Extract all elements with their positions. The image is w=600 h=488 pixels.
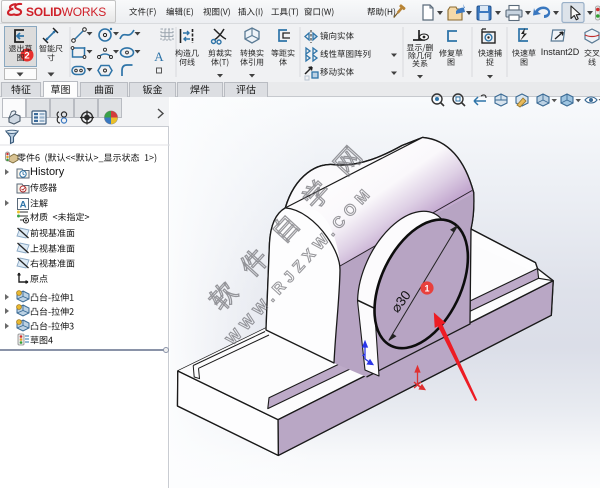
svg-text:A: A	[20, 200, 27, 211]
svg-text:SOLIDWORKS: SOLIDWORKS	[26, 5, 106, 19]
svg-text:2: 2	[24, 51, 29, 62]
svg-text:1: 1	[424, 284, 429, 294]
svg-text:A: A	[154, 49, 164, 64]
